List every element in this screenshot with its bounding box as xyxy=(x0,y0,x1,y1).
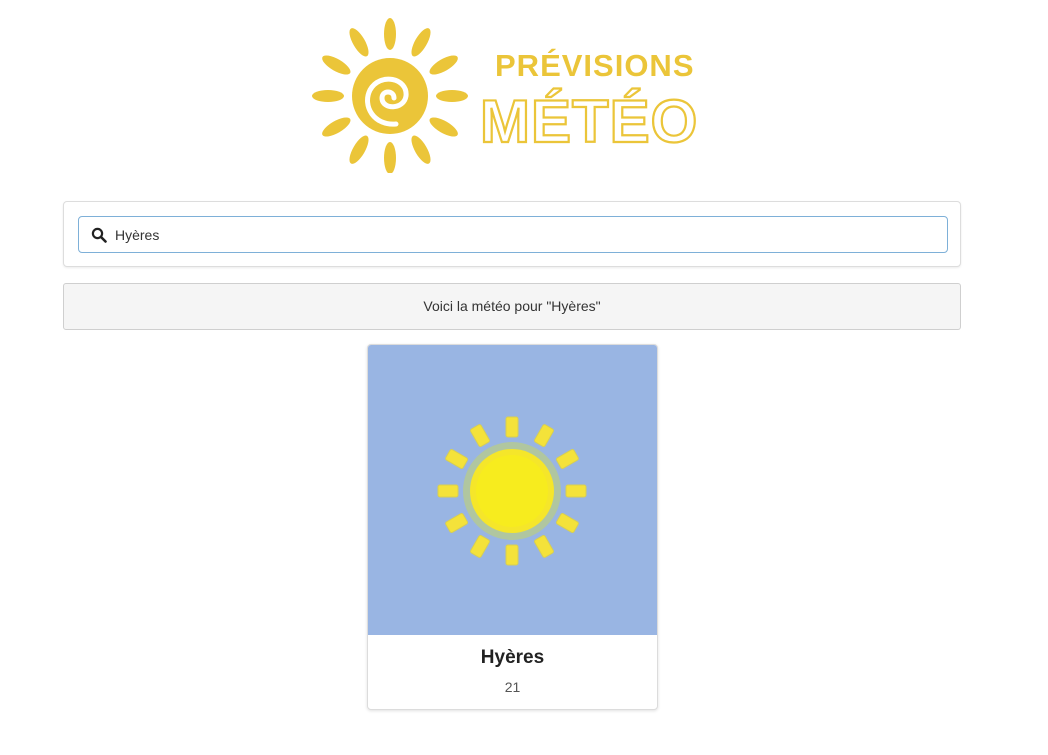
temperature: 21 xyxy=(504,679,521,695)
logo-line2: MÉTÉO xyxy=(480,88,698,155)
search-input[interactable] xyxy=(115,217,935,252)
search-box[interactable] xyxy=(78,216,948,253)
sun-icon xyxy=(437,416,587,566)
app-logo: PRÉVISIONS MÉTÉO xyxy=(310,18,730,173)
logo-sun-icon xyxy=(312,18,468,173)
weather-page: PRÉVISIONS MÉTÉO Voici la météo pour "Hy… xyxy=(0,0,1048,755)
result-message: Voici la météo pour "Hyères" xyxy=(63,283,961,330)
search-icon xyxy=(91,227,107,243)
city-name: Hyères xyxy=(480,647,545,668)
weather-image xyxy=(368,345,657,635)
city-weather-card[interactable]: Hyères 21 xyxy=(367,344,658,710)
logo-line1: PRÉVISIONS xyxy=(495,48,695,83)
search-panel xyxy=(63,201,961,267)
